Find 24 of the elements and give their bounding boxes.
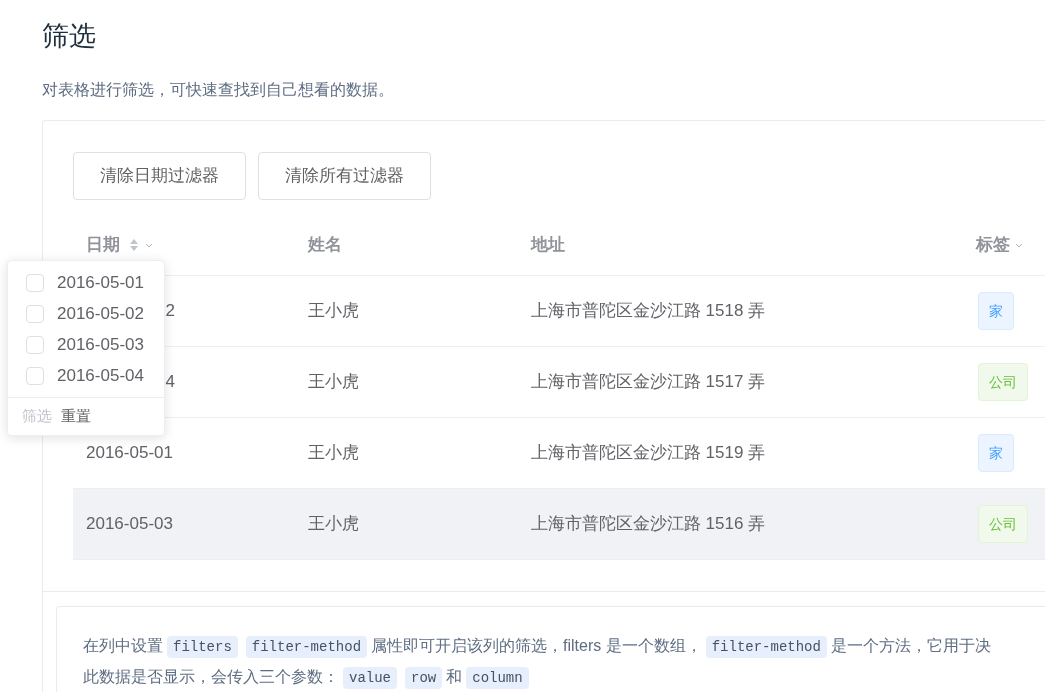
page-description: 对表格进行筛选，可快速查找到自己想看的数据。 — [42, 80, 395, 100]
page-title: 筛选 — [42, 20, 97, 53]
table-cell: 2 — [165, 301, 175, 321]
column-header: 标签 — [975, 233, 1010, 256]
table-cell: 2016-05-01 — [86, 443, 173, 463]
table-cell: 王小虎 — [308, 443, 360, 463]
column-header: 地址 — [530, 233, 565, 256]
column-header: 日期 — [86, 233, 120, 256]
column-header: 姓名 — [308, 233, 343, 256]
table-cell: 王小虎 — [308, 301, 360, 321]
table-cell: 4 — [165, 372, 175, 392]
table-cell: 上海市普陀区金沙江路 1518 弄 — [530, 301, 766, 321]
table-cell: 2016-05-03 — [86, 514, 173, 534]
tag: 公司 — [977, 363, 1028, 401]
table-cell: 王小虎 — [308, 514, 360, 534]
tag: 公司 — [977, 505, 1028, 543]
table-cell: 王小虎 — [308, 372, 360, 392]
tag: 家 — [977, 292, 1014, 330]
description-text: 在列中设置 filters filter-method 属性即可开启该列的筛选，filters 是一个数组， filter-method 是一个方法，它用于决 — [83, 631, 1045, 662]
table-cell: 上海市普陀区金沙江路 1519 弄 — [530, 443, 766, 463]
table-cell: 上海市普陀区金沙江路 1516 弄 — [530, 514, 766, 534]
description-text: 此数据是否显示，会传入三个参数： value row 和 column — [83, 662, 1045, 692]
tag: 家 — [977, 434, 1014, 472]
table-cell: 上海市普陀区金沙江路 1517 弄 — [530, 372, 766, 392]
